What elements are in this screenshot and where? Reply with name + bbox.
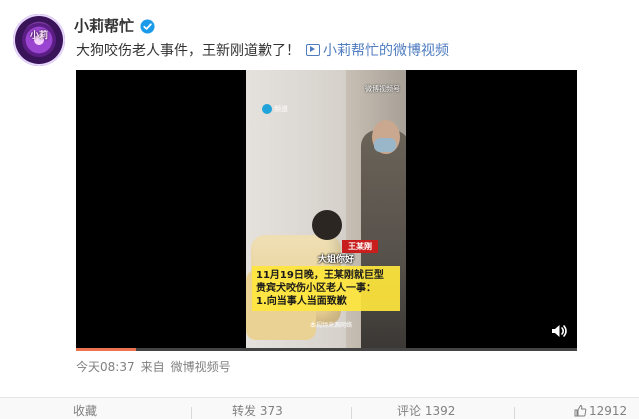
- favorite-button[interactable]: 收藏: [73, 404, 97, 419]
- video-credit: 本视频来源网络: [310, 322, 353, 329]
- watermark: 微博视频号: [365, 85, 400, 93]
- username[interactable]: 小莉帮忙: [74, 15, 134, 37]
- volume-icon[interactable]: [550, 322, 568, 340]
- from-label: 来自: [140, 360, 165, 374]
- comment-button[interactable]: 评论 1392: [397, 404, 455, 419]
- verified-badge-icon: [140, 19, 155, 34]
- video-progress-fill: [76, 348, 137, 351]
- thumbs-up-icon: [574, 404, 587, 417]
- subtitle-greeting: 大姐你好: [318, 255, 355, 265]
- scene-dog: [312, 210, 342, 240]
- action-separator: [191, 407, 192, 419]
- caption-line: 11月19日晚，王某刚就巨型: [256, 270, 384, 281]
- post-text: 大狗咬伤老人事件，王新刚道歉了！ 小莉帮忙的微博视频: [76, 40, 449, 62]
- post-source[interactable]: 微博视频号: [171, 360, 231, 374]
- video-link[interactable]: 小莉帮忙的微博视频: [306, 43, 449, 59]
- post-time[interactable]: 今天08:37: [76, 360, 135, 374]
- channel-logo-text: 频道: [274, 105, 288, 113]
- channel-logo: 频道: [262, 104, 288, 114]
- avatar-text: 小莉: [29, 31, 48, 41]
- action-separator: [514, 407, 515, 419]
- video-caption: 11月19日晚，王某刚就巨型 贵宾犬咬伤小区老人一事： 1.向当事人当面致歉: [252, 266, 400, 311]
- video-frame[interactable]: 频道 微博视频号 王某刚 大姐你好 11月19日晚，王某刚就巨型 贵宾犬咬伤小区…: [246, 70, 406, 351]
- action-separator: [351, 407, 352, 419]
- scene-person-mask: [374, 138, 396, 152]
- video-icon: [306, 44, 320, 56]
- post-body: 大狗咬伤老人事件，王新刚道歉了！: [76, 43, 300, 59]
- video-link-label[interactable]: 小莉帮忙的微博视频: [323, 43, 449, 59]
- channel-logo-icon: [262, 104, 272, 114]
- weibo-post-card: 小莉 小莉帮忙 大狗咬伤老人事件，王新刚道歉了！ 小莉帮忙的微博视频 频道 微博视…: [0, 0, 639, 419]
- video-progress-bar[interactable]: [76, 348, 577, 351]
- repost-button[interactable]: 转发 373: [232, 404, 283, 419]
- caption-line: 1.向当事人当面致歉: [256, 296, 347, 307]
- caption-line: 贵宾犬咬伤小区老人一事：: [256, 283, 376, 294]
- avatar[interactable]: 小莉: [13, 14, 65, 66]
- like-button[interactable]: 12912: [574, 404, 627, 419]
- post-meta: 今天08:37 来自 微博视频号: [76, 359, 237, 375]
- like-count: 12912: [589, 404, 628, 418]
- video-player[interactable]: 频道 微博视频号 王某刚 大姐你好 11月19日晚，王某刚就巨型 贵宾犬咬伤小区…: [76, 70, 577, 351]
